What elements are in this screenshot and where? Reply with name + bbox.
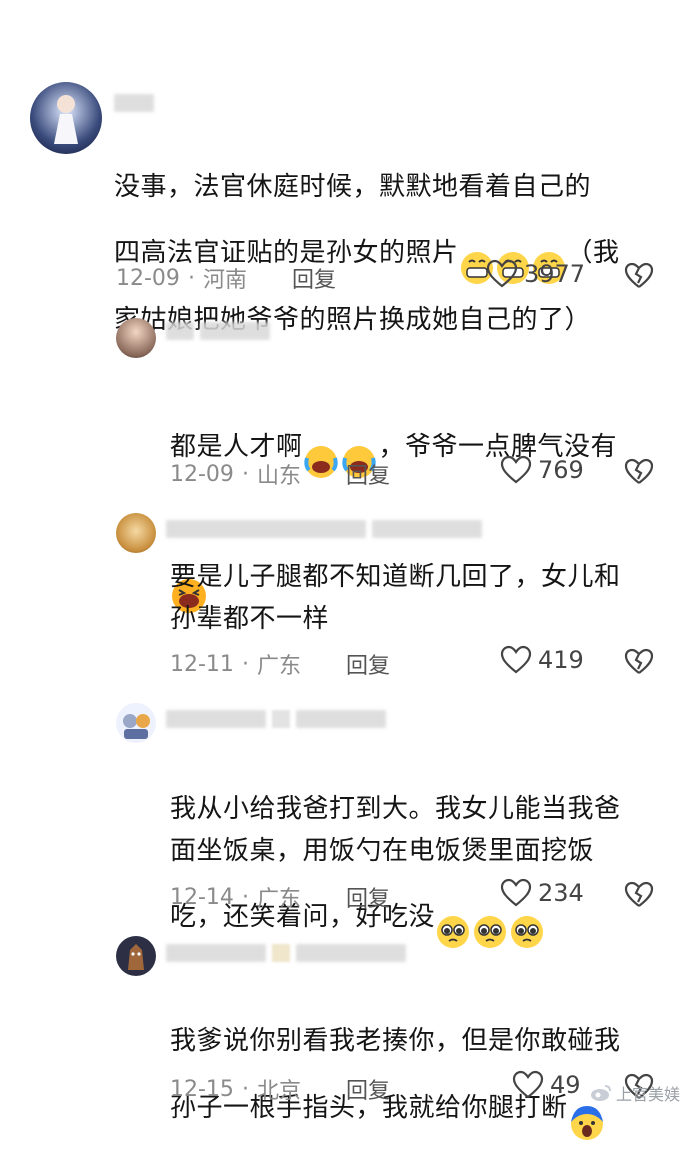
comment-meta: 12-09 · 河南 — [116, 262, 247, 294]
like-count: 49 — [550, 1071, 581, 1099]
dislike-button[interactable] — [624, 262, 654, 290]
like-button[interactable]: 419 — [500, 645, 584, 675]
broken-heart-icon — [624, 881, 654, 907]
broken-heart-icon — [624, 458, 654, 484]
heart-outline-icon — [500, 455, 532, 484]
heart-outline-icon — [500, 878, 532, 907]
avatar[interactable] — [116, 318, 156, 358]
comment-date: 12-11 — [170, 651, 234, 677]
username-blurred[interactable] — [166, 518, 482, 540]
comment-region: 广东 — [256, 887, 301, 912]
like-button[interactable]: 3977 — [486, 259, 585, 289]
reply-button[interactable]: 回复 — [346, 881, 390, 913]
username-blurred[interactable] — [114, 92, 154, 114]
comment-date: 12-09 — [170, 461, 234, 487]
heart-outline-icon — [500, 645, 532, 674]
comment-meta: 12-09 · 山东 — [170, 458, 301, 490]
comment-date: 12-14 — [170, 884, 234, 910]
avatar[interactable] — [116, 513, 156, 553]
broken-heart-icon — [624, 648, 654, 674]
comment-text: 没事，法官休庭时候，默默地看着自己的 四高法官证贴的是孙女的照片 （我 家姑娘把… — [114, 172, 620, 335]
heart-outline-icon — [512, 1070, 544, 1099]
like-button[interactable]: 769 — [500, 455, 584, 485]
comment-meta: 12-11 · 广东 — [170, 648, 301, 680]
comment-region: 河南 — [202, 268, 247, 293]
watermark-text: 上官美媄 — [615, 1085, 680, 1104]
broken-heart-icon — [624, 262, 654, 288]
comment-region: 北京 — [256, 1079, 301, 1104]
comment-region: 广东 — [256, 654, 301, 679]
heart-outline-icon — [486, 259, 518, 288]
like-count: 234 — [538, 879, 584, 907]
avatar[interactable] — [116, 703, 156, 743]
like-count: 419 — [538, 646, 584, 674]
reply-button[interactable]: 回复 — [346, 648, 390, 680]
comment-meta: 12-15 · 北京 — [170, 1073, 301, 1105]
separator: · — [241, 461, 249, 487]
like-count: 3977 — [524, 260, 586, 288]
separator: · — [241, 1076, 249, 1102]
reply-button[interactable]: 回复 — [346, 1073, 390, 1105]
separator: · — [187, 265, 195, 291]
comment-text: 我爹说你别看我老揍你，但是你敢碰我 孙子一根手指头，我就给你腿打断 — [170, 978, 670, 1155]
reply-button[interactable]: 回复 — [292, 262, 336, 294]
comment-meta: 12-14 · 广东 — [170, 881, 301, 913]
username-blurred[interactable] — [166, 942, 406, 964]
weibo-watermark: 上官美媄 — [590, 1081, 680, 1105]
username-blurred[interactable] — [166, 708, 386, 730]
weibo-logo-icon — [590, 1085, 611, 1101]
like-button[interactable]: 234 — [500, 878, 584, 908]
dislike-button[interactable] — [624, 881, 654, 909]
like-button[interactable]: 49 — [512, 1070, 581, 1100]
separator: · — [241, 651, 249, 677]
avatar[interactable] — [30, 82, 102, 154]
comment-region: 山东 — [256, 464, 301, 489]
comment-text: 我从小给我爸打到大。我女儿能当我爸 面坐饭桌，用饭勺在电饭煲里面挖饭 吃，还笑着… — [170, 746, 670, 963]
separator: · — [241, 884, 249, 910]
username-blurred[interactable] — [166, 320, 270, 342]
reply-button[interactable]: 回复 — [346, 458, 390, 490]
comment-text: 要是儿子腿都不知道断几回了，女儿和 孙辈都不一样 — [170, 562, 621, 634]
dislike-button[interactable] — [624, 458, 654, 486]
like-count: 769 — [538, 456, 584, 484]
comment-date: 12-15 — [170, 1076, 234, 1102]
dislike-button[interactable] — [624, 648, 654, 676]
comment-date: 12-09 — [116, 265, 180, 291]
avatar[interactable] — [116, 936, 156, 976]
